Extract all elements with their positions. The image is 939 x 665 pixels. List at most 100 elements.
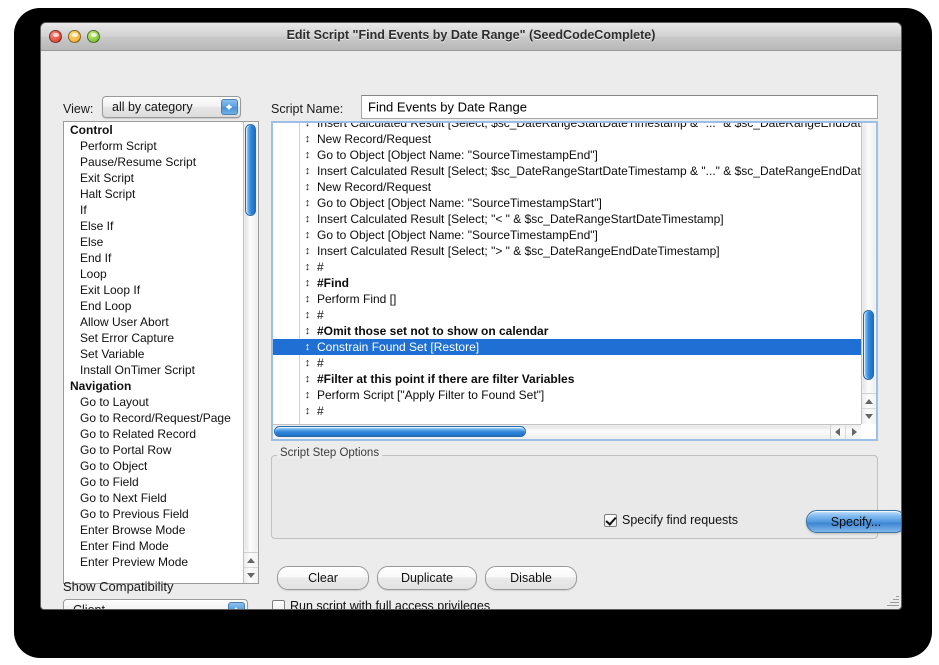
drag-handle-icon[interactable]: ↕ [303, 341, 312, 353]
script-step-row[interactable]: ↕ New Record/Request [273, 179, 861, 195]
library-step-item[interactable]: Enter Preview Mode [64, 554, 243, 570]
library-step-item[interactable]: Loop [64, 266, 243, 282]
script-step-row[interactable]: ↕ Perform Script ["Apply Filter to Found … [273, 387, 861, 403]
compatibility-popup-menu[interactable]: Client [63, 599, 248, 610]
drag-handle-icon[interactable]: ↕ [303, 133, 312, 145]
clear-button[interactable]: Clear [277, 566, 369, 590]
script-steps-rows: ↕ Insert Calculated Result [Select; $sc_D… [273, 123, 861, 419]
library-step-item[interactable]: Go to Related Record [64, 426, 243, 442]
resize-grip[interactable] [885, 594, 899, 608]
library-step-item[interactable]: Else [64, 234, 243, 250]
library-step-item[interactable]: Perform Script [64, 138, 243, 154]
script-step-row[interactable]: ↕ Insert Calculated Result [Select; "< " … [273, 211, 861, 227]
scroll-up-icon[interactable] [244, 553, 258, 568]
checkbox-box[interactable] [272, 599, 285, 609]
library-step-item[interactable]: End If [64, 250, 243, 266]
drag-handle-icon[interactable]: ↕ [303, 197, 312, 209]
script-steps-list[interactable]: ↕ Insert Calculated Result [Select; $sc_D… [271, 121, 878, 441]
library-step-item[interactable]: Enter Browse Mode [64, 522, 243, 538]
script-step-row[interactable]: ↕ Go to Object [Object Name: "SourceTimes… [273, 227, 861, 243]
library-scrollbar-thumb[interactable] [245, 124, 256, 216]
scroll-left-icon[interactable] [831, 425, 846, 439]
full-access-checkbox[interactable]: Run script with full access privileges [272, 599, 490, 609]
script-step-text: #Filter at this point if there are filte… [317, 372, 575, 386]
drag-handle-icon[interactable]: ↕ [303, 229, 312, 241]
scroll-down-icon[interactable] [244, 567, 258, 583]
specify-find-requests-checkbox[interactable]: Specify find requests [604, 513, 738, 527]
library-step-item[interactable]: Go to Portal Row [64, 442, 243, 458]
drag-handle-icon[interactable]: ↕ [303, 309, 312, 321]
script-step-row-selected[interactable]: ↕ Constrain Found Set [Restore] [273, 339, 861, 355]
library-step-item[interactable]: End Loop [64, 298, 243, 314]
library-step-item[interactable]: Exit Loop If [64, 282, 243, 298]
library-scrollbar-buttons[interactable] [244, 552, 258, 583]
scroll-down-icon[interactable] [862, 408, 876, 424]
checkbox-box[interactable] [604, 513, 617, 527]
library-step-item[interactable]: Enter Find Mode [64, 538, 243, 554]
library-step-item[interactable]: Go to Record/Request/Page [64, 410, 243, 426]
drag-handle-icon[interactable]: ↕ [303, 389, 312, 401]
window-titlebar[interactable]: Edit Script "Find Events by Date Range" … [41, 23, 901, 51]
script-step-text: #Omit those set not to show on calendar [317, 324, 549, 338]
script-step-row[interactable]: ↕ #Find [273, 275, 861, 291]
scroll-right-icon[interactable] [845, 425, 861, 439]
drag-handle-icon[interactable]: ↕ [303, 373, 312, 385]
library-step-item[interactable]: Pause/Resume Script [64, 154, 243, 170]
library-step-item[interactable]: Set Error Capture [64, 330, 243, 346]
compatibility-value: Client [73, 603, 105, 610]
script-step-row[interactable]: ↕ Perform Find [] [273, 291, 861, 307]
drag-handle-icon[interactable]: ↕ [303, 245, 312, 257]
drag-handle-icon[interactable]: ↕ [303, 149, 312, 161]
script-step-library-list[interactable]: Control Perform Script Pause/Resume Script… [63, 121, 259, 584]
library-step-item[interactable]: Install OnTimer Script [64, 362, 243, 378]
script-step-row[interactable]: ↕ # [273, 355, 861, 371]
steps-vertical-scrollbar[interactable] [861, 123, 876, 424]
steps-scrollbar-buttons[interactable] [862, 393, 876, 424]
library-step-item[interactable]: Go to Field [64, 474, 243, 490]
script-step-row[interactable]: ↕ #Omit those set not to show on calendar [273, 323, 861, 339]
specify-button[interactable]: Specify... [806, 510, 901, 533]
steps-scrollbar-thumb[interactable] [863, 310, 874, 380]
disable-button[interactable]: Disable [485, 566, 577, 590]
drag-handle-icon[interactable]: ↕ [303, 357, 312, 369]
drag-handle-icon[interactable]: ↕ [303, 165, 312, 177]
library-step-item[interactable]: Set Variable [64, 346, 243, 362]
view-popup-menu[interactable]: all by category [102, 96, 241, 118]
script-step-text: # [317, 260, 324, 274]
library-step-item[interactable]: Go to Next Field [64, 490, 243, 506]
drag-handle-icon[interactable]: ↕ [303, 405, 312, 417]
steps-hscrollbar-thumb[interactable] [274, 426, 526, 437]
library-step-item[interactable]: If [64, 202, 243, 218]
script-step-row[interactable]: ↕ Go to Object [Object Name: "SourceTimes… [273, 195, 861, 211]
script-step-row[interactable]: ↕ Insert Calculated Result [Select; "> " … [273, 243, 861, 259]
script-step-row[interactable]: ↕ Go to Object [Object Name: "SourceTimes… [273, 147, 861, 163]
scroll-up-icon[interactable] [862, 394, 876, 409]
drag-handle-icon[interactable]: ↕ [303, 293, 312, 305]
script-name-input[interactable]: Find Events by Date Range [361, 95, 878, 119]
library-step-item[interactable]: Allow User Abort [64, 314, 243, 330]
script-step-text: Constrain Found Set [Restore] [317, 340, 480, 354]
library-step-item[interactable]: Go to Layout [64, 394, 243, 410]
library-step-item[interactable]: Else If [64, 218, 243, 234]
script-step-row[interactable]: ↕ # [273, 307, 861, 323]
script-step-row[interactable]: ↕ Insert Calculated Result [Select; $sc_D… [273, 123, 861, 131]
library-step-item[interactable]: Exit Script [64, 170, 243, 186]
drag-handle-icon[interactable]: ↕ [303, 325, 312, 337]
drag-handle-icon[interactable]: ↕ [303, 213, 312, 225]
library-step-item[interactable]: Go to Object [64, 458, 243, 474]
steps-horizontal-scrollbar[interactable] [273, 424, 861, 439]
duplicate-button[interactable]: Duplicate [377, 566, 477, 590]
script-step-row[interactable]: ↕ # [273, 259, 861, 275]
drag-handle-icon[interactable]: ↕ [303, 181, 312, 193]
script-step-row[interactable]: ↕ #Filter at this point if there are filt… [273, 371, 861, 387]
library-step-item[interactable]: Halt Script [64, 186, 243, 202]
drag-handle-icon[interactable]: ↕ [303, 277, 312, 289]
script-step-row[interactable]: ↕ Insert Calculated Result [Select; $sc_D… [273, 163, 861, 179]
library-vertical-scrollbar[interactable] [243, 122, 258, 583]
steps-hscrollbar-buttons[interactable] [830, 425, 861, 439]
script-step-row[interactable]: ↕ # [273, 403, 861, 419]
script-step-row[interactable]: ↕ New Record/Request [273, 131, 861, 147]
drag-handle-icon[interactable]: ↕ [303, 123, 312, 129]
drag-handle-icon[interactable]: ↕ [303, 261, 312, 273]
library-step-item[interactable]: Go to Previous Field [64, 506, 243, 522]
